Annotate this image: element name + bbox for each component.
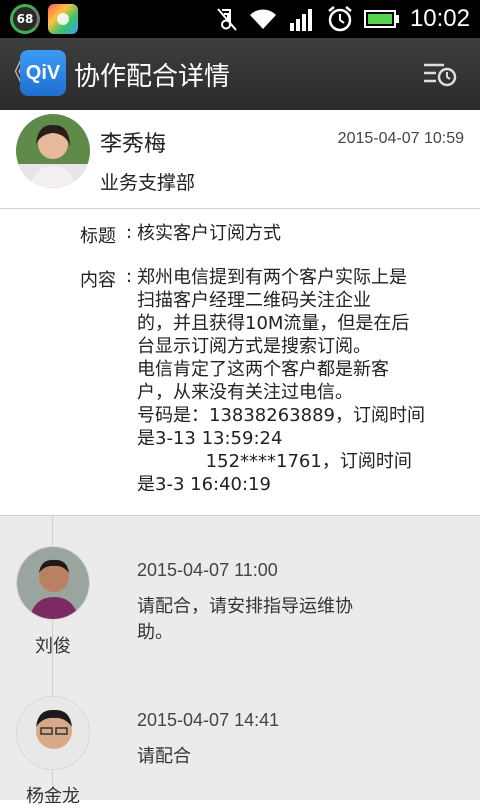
status-bar: 68 10:02 [0, 0, 480, 38]
battery-circle-icon: 68 [10, 4, 40, 34]
entry-name: 刘俊 [35, 636, 71, 657]
message-content: 标题 : 核实客户订阅方式 内容 : 郑州电信提到有两个客户实际上是 扫描客户经… [0, 209, 480, 516]
app-store-icon [48, 4, 78, 34]
title-label: 标题 [80, 226, 116, 247]
timeline: 刘俊 2015-04-07 11:00 请配合，请安排指导运维协 助。 杨金龙 … [0, 516, 480, 807]
action-bar: 《 QiV 协作配合详情 [0, 38, 480, 112]
entry-text-line: 请配合，请安排指导运维协 [137, 596, 353, 617]
entry-avatar[interactable] [16, 546, 90, 620]
app-logo[interactable]: QiV [20, 50, 66, 96]
title-colon: : [126, 222, 133, 243]
entry-time: 2015-04-07 11:00 [137, 560, 278, 580]
signal-icon [288, 7, 316, 31]
battery-icon [363, 9, 400, 29]
body-line: 的，并且获得10M流量，但是在后 [137, 313, 410, 334]
entry-avatar[interactable] [16, 696, 90, 770]
status-time: 10:02 [409, 5, 470, 32]
body-line: 是3-3 16:40:19 [137, 474, 271, 495]
body-line: 是3-13 13:59:24 [137, 428, 283, 449]
page-title: 协作配合详情 [74, 62, 231, 92]
header-timestamp: 2015-04-07 10:59 [337, 130, 464, 147]
history-icon [424, 63, 457, 87]
entry-name: 杨金龙 [26, 786, 80, 807]
body-label: 内容 [80, 270, 116, 291]
message-header: 李秀梅 业务支撑部 2015-04-07 10:59 [0, 110, 480, 209]
entry-text: 请配合 [137, 744, 397, 770]
body-line: 郑州电信提到有两个客户实际上是 [137, 267, 407, 288]
entry-text-line: 请配合 [137, 746, 191, 767]
author-name: 李秀梅 [100, 132, 167, 157]
entry-text-line: 助。 [137, 622, 173, 643]
body-line: 扫描客户经理二维码关注企业 [137, 290, 371, 311]
alarm-icon [326, 5, 354, 33]
body-line: 号码是：13838263889，订阅时间 [137, 405, 425, 426]
wifi-icon [248, 7, 278, 31]
body-line: 台显示订阅方式是搜索订阅。 [137, 336, 371, 357]
author-department: 业务支撑部 [100, 172, 196, 194]
body-line: 152****1761，订阅时间 [137, 451, 412, 472]
muted-icon [216, 6, 238, 32]
author-avatar[interactable] [16, 114, 90, 188]
body-text: 郑州电信提到有两个客户实际上是 扫描客户经理二维码关注企业 的，并且获得10M流… [137, 266, 467, 496]
entry-text: 请配合，请安排指导运维协 助。 [137, 594, 397, 646]
title-value: 核实客户订阅方式 [137, 223, 281, 244]
body-colon: : [126, 266, 133, 287]
history-button[interactable] [422, 60, 458, 88]
body-line: 电信肯定了这两个客户都是新客 [137, 359, 389, 380]
entry-time: 2015-04-07 14:41 [137, 710, 280, 730]
body-line: 户，从来没有关注过电信。 [137, 382, 353, 403]
